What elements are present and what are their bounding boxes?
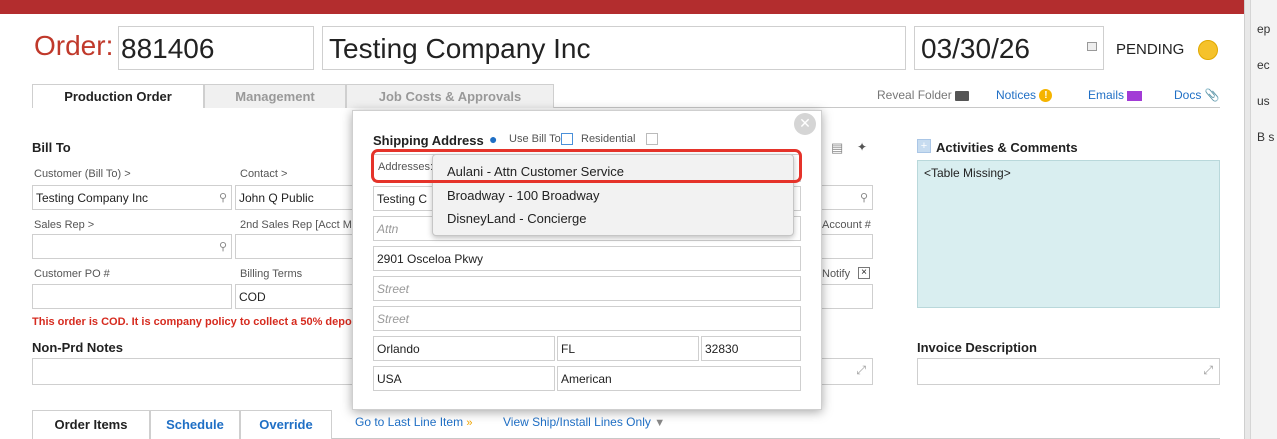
notify-input[interactable] bbox=[820, 284, 873, 309]
close-icon[interactable]: ✕ bbox=[794, 113, 816, 135]
residential-checkbox[interactable] bbox=[646, 133, 658, 145]
contact-value: John Q Public bbox=[239, 191, 314, 205]
ship-company-value: Testing C bbox=[377, 192, 428, 206]
sales-rep-label[interactable]: Sales Rep > bbox=[34, 219, 224, 231]
bill-to-title: Bill To bbox=[32, 140, 71, 155]
po-label: Customer PO # bbox=[34, 268, 110, 280]
partial-notes-input[interactable]: ⤢ bbox=[820, 358, 873, 385]
view-ship-install-link[interactable]: View Ship/Install Lines Only ▼ bbox=[503, 415, 665, 429]
customer-input[interactable]: Testing Company Inc ⚲ bbox=[32, 185, 232, 210]
calendar-icon[interactable] bbox=[1087, 42, 1097, 51]
cod-warning: This order is COD. It is company policy … bbox=[32, 316, 352, 328]
side-fragment: us bbox=[1257, 94, 1270, 108]
envelope-icon bbox=[1127, 90, 1143, 101]
tab-order-items[interactable]: Order Items bbox=[32, 410, 150, 439]
invoice-description-title: Invoice Description bbox=[917, 340, 1037, 355]
zip-input[interactable]: 32830 bbox=[701, 336, 801, 361]
filter-icon: ▼ bbox=[654, 417, 666, 429]
activities-panel: <Table Missing> bbox=[917, 160, 1220, 308]
language-input[interactable]: American bbox=[557, 366, 801, 391]
notify-label: Notify bbox=[822, 268, 851, 280]
tab-management[interactable]: Management bbox=[204, 84, 346, 108]
tab-schedule[interactable]: Schedule bbox=[150, 410, 240, 439]
folder-icon bbox=[955, 90, 970, 101]
docs-link[interactable]: Docs 📎 bbox=[1174, 88, 1220, 102]
status-text: PENDING bbox=[1116, 41, 1185, 58]
use-bill-to-label: Use Bill To bbox=[509, 133, 561, 145]
invoice-description-input[interactable]: ⤢ bbox=[917, 358, 1220, 385]
pin-icon[interactable]: ✦ bbox=[857, 140, 867, 154]
customer-label[interactable]: Customer (Bill To) > bbox=[34, 168, 224, 180]
reveal-folder-link[interactable]: Reveal Folder bbox=[877, 88, 970, 102]
docs-label: Docs bbox=[1174, 88, 1202, 102]
second-rep-input[interactable] bbox=[235, 234, 353, 259]
tab-production-order[interactable]: Production Order bbox=[32, 84, 204, 108]
customer-value: Testing Company Inc bbox=[36, 191, 149, 205]
side-fragment: B s bbox=[1257, 130, 1275, 144]
side-pane: ep ec us B s bbox=[1250, 0, 1277, 439]
residential-label: Residential bbox=[581, 133, 636, 145]
account-label: Account # bbox=[822, 219, 871, 231]
expand-icon[interactable]: ⤢ bbox=[1203, 363, 1213, 378]
po-input[interactable] bbox=[32, 284, 232, 309]
account-input[interactable] bbox=[820, 234, 873, 259]
expand-icon[interactable]: ⤢ bbox=[856, 363, 866, 378]
emails-link[interactable]: Emails bbox=[1088, 88, 1143, 102]
country-input[interactable]: USA bbox=[373, 366, 555, 391]
street3-input[interactable]: Street bbox=[373, 306, 801, 331]
use-bill-to-checkbox[interactable] bbox=[561, 133, 573, 145]
double-chevron-down-icon: » bbox=[466, 417, 473, 429]
tab-job-costs[interactable]: Job Costs & Approvals bbox=[346, 84, 554, 108]
address-option[interactable]: Broadway - 100 Broadway bbox=[447, 188, 599, 203]
company-field[interactable]: Testing Company Inc bbox=[322, 26, 906, 70]
date-field[interactable]: 03/30/26 bbox=[914, 26, 1104, 70]
order-number-field[interactable]: 881406 bbox=[118, 26, 314, 70]
status-indicator bbox=[1198, 40, 1218, 60]
reveal-folder-label: Reveal Folder bbox=[877, 88, 952, 102]
billing-terms-value: COD bbox=[239, 290, 266, 304]
search-icon[interactable]: ⚲ bbox=[860, 191, 868, 204]
notices-link[interactable]: Notices ! bbox=[996, 88, 1053, 103]
map-pin-icon[interactable]: ● bbox=[489, 131, 497, 147]
search-icon[interactable]: ⚲ bbox=[219, 191, 227, 204]
billing-terms-label: Billing Terms bbox=[240, 268, 303, 280]
notify-checkbox[interactable]: × bbox=[858, 267, 870, 279]
order-label: Order: bbox=[34, 30, 114, 61]
alert-icon: ! bbox=[1039, 89, 1053, 103]
address-option[interactable]: DisneyLand - Concierge bbox=[447, 211, 586, 226]
top-accent-bar bbox=[0, 0, 1244, 14]
contact-label[interactable]: Contact > bbox=[240, 168, 348, 180]
partial-right-input[interactable]: ⚲ bbox=[820, 185, 873, 210]
view-ship-install-label: View Ship/Install Lines Only bbox=[503, 415, 651, 429]
side-fragment: ep bbox=[1257, 22, 1271, 36]
street2-input[interactable]: Street bbox=[373, 276, 801, 301]
non-prd-notes-title: Non-Prd Notes bbox=[32, 340, 123, 355]
activities-content: <Table Missing> bbox=[924, 166, 1011, 180]
notes-icon[interactable]: ▤ bbox=[831, 140, 843, 156]
state-input[interactable]: FL bbox=[557, 336, 699, 361]
search-icon[interactable]: ⚲ bbox=[219, 240, 227, 253]
activities-title: Activities & Comments bbox=[936, 140, 1078, 155]
tab-override[interactable]: Override bbox=[240, 410, 332, 439]
paperclip-icon: 📎 bbox=[1204, 88, 1220, 102]
go-last-line-link[interactable]: Go to Last Line Item » bbox=[355, 415, 473, 429]
side-fragment: ec bbox=[1257, 58, 1270, 72]
highlight-annotation bbox=[371, 149, 802, 183]
city-input[interactable]: Orlando bbox=[373, 336, 555, 361]
emails-label: Emails bbox=[1088, 88, 1125, 102]
billing-terms-input[interactable]: COD bbox=[235, 284, 353, 309]
contact-input[interactable]: John Q Public bbox=[235, 185, 353, 210]
sales-rep-input[interactable]: ⚲ bbox=[32, 234, 232, 259]
notices-label: Notices bbox=[996, 88, 1037, 102]
non-prd-notes-input[interactable] bbox=[32, 358, 354, 385]
add-activity-icon[interactable]: + bbox=[917, 139, 931, 153]
shipping-title: Shipping Address bbox=[373, 133, 484, 148]
go-last-line-label: Go to Last Line Item bbox=[355, 415, 464, 429]
street1-input[interactable]: 2901 Osceloa Pkwy bbox=[373, 246, 801, 271]
second-rep-label[interactable]: 2nd Sales Rep [Acct Mgr] bbox=[240, 219, 352, 231]
